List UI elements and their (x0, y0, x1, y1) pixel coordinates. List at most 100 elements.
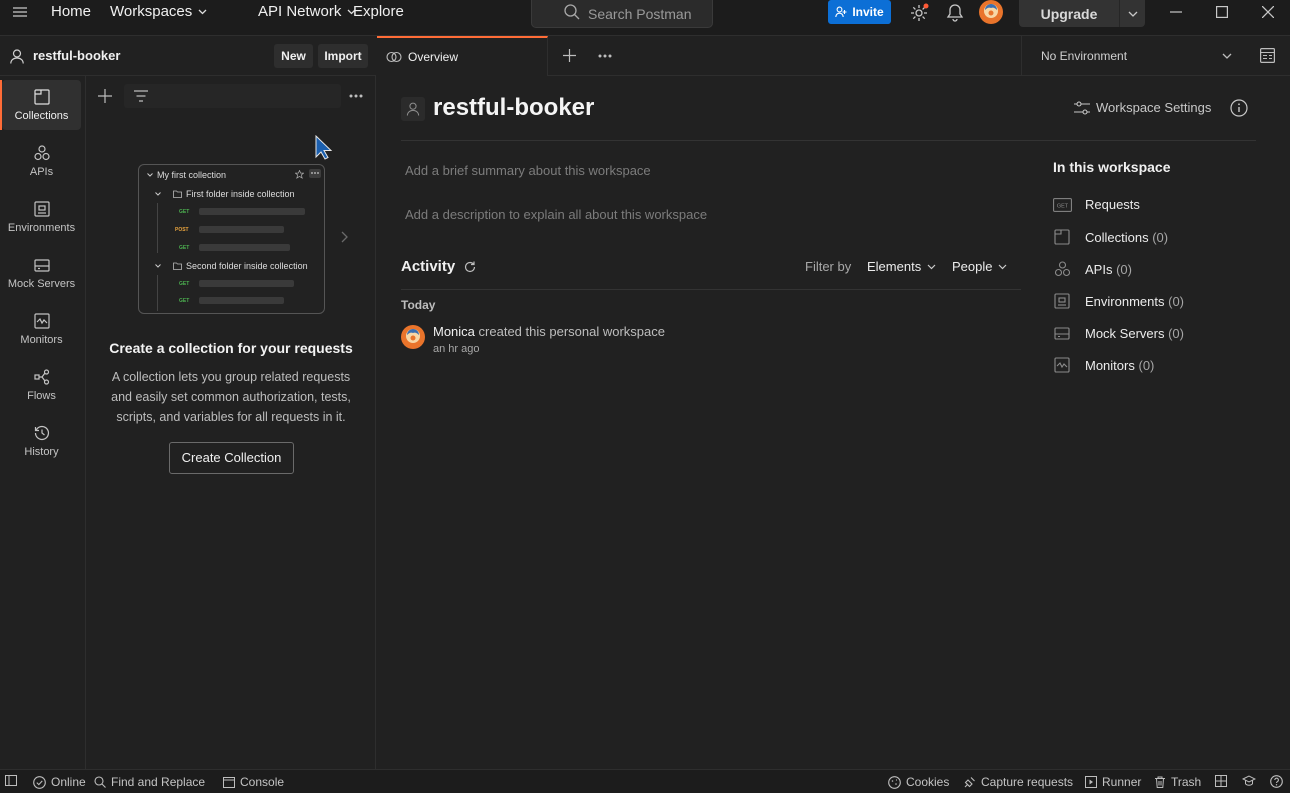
method-get: GET (179, 208, 190, 215)
workspace-link-mock-servers[interactable]: Mock Servers (0) (1053, 325, 1184, 341)
sidebar-item-monitors[interactable]: Monitors (2, 304, 81, 354)
refresh-icon[interactable] (464, 261, 476, 273)
more-options-icon[interactable] (349, 94, 363, 98)
help-icon[interactable] (1270, 775, 1283, 788)
people-filter-dropdown[interactable]: People (952, 259, 1007, 274)
sidebar-item-history[interactable]: History (2, 416, 81, 466)
close-icon[interactable] (1262, 6, 1274, 18)
flows-icon (33, 368, 49, 385)
chevron-down-icon (198, 9, 207, 15)
nav-workspaces[interactable]: Workspaces (110, 0, 207, 24)
monitors-icon (1054, 357, 1070, 373)
elements-filter-dropdown[interactable]: Elements (867, 259, 936, 274)
history-icon (34, 425, 49, 440)
workspace-overview-icon (386, 51, 402, 63)
console-label: Console (240, 775, 285, 789)
settings-icon[interactable] (909, 3, 929, 23)
find-replace-button[interactable]: Find and Replace (94, 775, 205, 789)
sidebar-item-mock-servers[interactable]: Mock Servers (2, 248, 81, 298)
sidebar-item-flows[interactable]: Flows (2, 360, 81, 410)
svg-text:GET: GET (1057, 203, 1069, 209)
placeholder-bar (199, 244, 290, 251)
chevron-down-icon[interactable] (1128, 11, 1138, 17)
trash-button[interactable]: Trash (1154, 775, 1201, 789)
collections-icon (33, 88, 50, 105)
workspace-link-label: Collections (1085, 229, 1149, 245)
capture-requests-label: Capture requests (981, 775, 1074, 789)
workspace-link-label: Mock Servers (1085, 325, 1165, 341)
workspace-link-apis[interactable]: APIs (0) (1053, 261, 1132, 277)
filter-icon (134, 90, 148, 102)
summary-input[interactable]: Add a brief summary about this workspace (405, 163, 651, 178)
sidebar-item-environments[interactable]: Environments (2, 192, 81, 242)
capture-requests-button[interactable]: Capture requests (963, 775, 1073, 789)
nav-api-network-label: API Network (258, 3, 342, 20)
workspace-link-monitors[interactable]: Monitors (0) (1053, 357, 1154, 373)
create-collection-button[interactable]: Create Collection (169, 442, 294, 474)
invite-button[interactable]: Invite (828, 0, 891, 24)
illustration-folder-2: Second folder inside collection (186, 261, 308, 271)
workspace-link-count: (0) (1116, 261, 1132, 277)
nav-explore[interactable]: Explore (353, 0, 404, 24)
environment-quick-look-icon[interactable] (1260, 48, 1275, 63)
runner-button[interactable]: Runner (1085, 775, 1141, 789)
workspace-link-label: Requests (1085, 197, 1140, 212)
sidebar-item-label: History (24, 445, 59, 458)
minimize-icon[interactable] (1170, 11, 1182, 13)
filter-by-label: Filter by (805, 259, 852, 274)
description-line: scripts, and variables for all requests … (116, 410, 346, 424)
description-input[interactable]: Add a description to explain all about t… (405, 207, 707, 222)
collection-illustration: My first collection First folder inside … (138, 164, 325, 314)
placeholder-bar (199, 208, 305, 215)
workspace-link-label: Monitors (1085, 357, 1135, 373)
requests-icon: GET (1053, 197, 1072, 212)
sidebar-item-collections[interactable]: Collections (0, 80, 81, 130)
search-bar[interactable]: Search Postman (531, 0, 713, 28)
tab-overview[interactable]: Overview (377, 36, 548, 76)
workspace-name[interactable]: restful-booker (33, 48, 120, 63)
bootcamp-icon[interactable] (1242, 775, 1256, 787)
tree-line (157, 203, 158, 253)
activity-heading: Activity (401, 258, 476, 275)
notifications-icon[interactable] (946, 3, 964, 22)
nav-api-network[interactable]: API Network (258, 0, 356, 24)
new-button[interactable]: New (274, 44, 313, 68)
maximize-icon[interactable] (1216, 6, 1228, 18)
import-button[interactable]: Import (318, 44, 368, 68)
page-title[interactable]: restful-booker (433, 94, 594, 122)
add-icon[interactable] (98, 89, 112, 103)
workspace-link-collections[interactable]: Collections (0) (1053, 229, 1168, 245)
mock-servers-icon (1054, 327, 1070, 340)
nav-workspaces-label: Workspaces (110, 3, 193, 20)
method-post: POST (175, 226, 189, 233)
upgrade-button[interactable]: Upgrade (1019, 0, 1145, 27)
menu-icon[interactable] (13, 6, 27, 18)
monitors-icon (33, 312, 50, 329)
environments-icon (1054, 293, 1070, 309)
environment-selector[interactable]: No Environment (1021, 36, 1261, 76)
info-icon[interactable] (1230, 99, 1248, 117)
sidebar-item-apis[interactable]: APIs (2, 136, 81, 186)
filter-input[interactable] (124, 84, 341, 108)
new-tab-icon[interactable] (563, 49, 576, 62)
workspace-link-environments[interactable]: Environments (0) (1053, 293, 1184, 309)
online-label: Online (51, 775, 86, 789)
more-options-icon[interactable] (598, 54, 612, 58)
chevron-right-icon[interactable] (341, 231, 348, 243)
cookies-button[interactable]: Cookies (888, 775, 949, 789)
divider (1119, 0, 1120, 27)
workspace-link-requests[interactable]: GET Requests (1053, 197, 1140, 212)
activity-user-link[interactable]: Monica (433, 324, 475, 339)
console-button[interactable]: Console (223, 775, 284, 789)
online-status[interactable]: Online (33, 775, 86, 789)
toggle-sidebar-icon[interactable] (5, 775, 17, 786)
avatar[interactable] (979, 0, 1003, 24)
satellite-icon (964, 776, 975, 787)
invite-label: Invite (852, 5, 884, 19)
workspace-settings-button[interactable]: Workspace Settings (1074, 100, 1211, 115)
collections-icon (1054, 229, 1070, 245)
nav-home-label: Home (51, 3, 92, 20)
people-filter-label: People (952, 259, 993, 274)
nav-home[interactable]: Home (51, 0, 91, 24)
layout-icon[interactable] (1215, 775, 1227, 787)
